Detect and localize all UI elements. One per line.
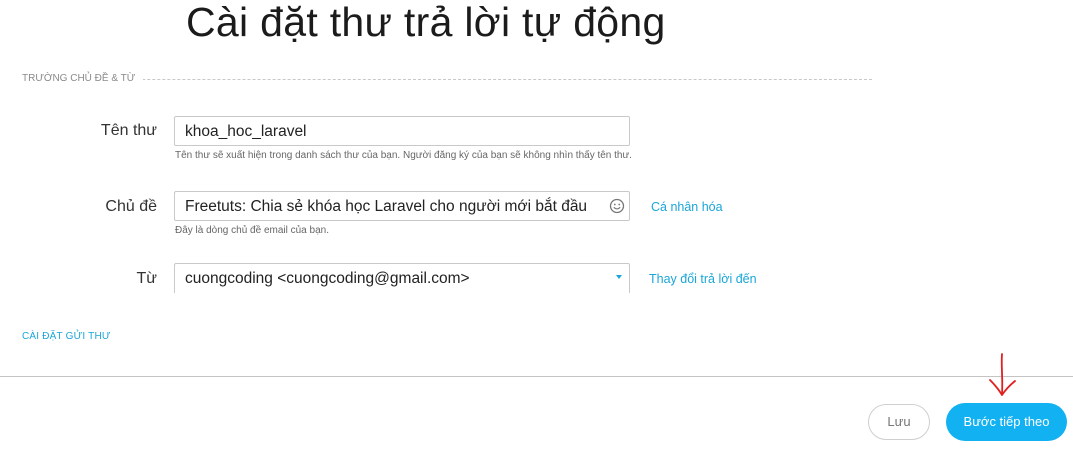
- section-divider: [22, 79, 872, 80]
- name-input[interactable]: khoa_hoc_laravel: [174, 116, 630, 146]
- subject-help-text: Đây là dòng chủ đề email của bạn.: [175, 225, 329, 236]
- from-select-value: cuongcoding <cuongcoding@gmail.com>: [185, 270, 470, 287]
- name-help-text: Tên thư sẽ xuất hiện trong danh sách thư…: [175, 150, 632, 161]
- personalize-link[interactable]: Cá nhân hóa: [651, 200, 723, 214]
- section-heading-label: TRƯỜNG CHỦ ĐỀ & TỪ: [22, 73, 144, 84]
- change-reply-to-link[interactable]: Thay đổi trả lời đến: [649, 272, 757, 286]
- save-button[interactable]: Lưu: [868, 404, 930, 440]
- red-arrow-annotation-icon: [989, 353, 1016, 396]
- section-header-subject-from: TRƯỜNG CHỦ ĐỀ & TỪ: [22, 73, 872, 87]
- send-settings-link[interactable]: CÀI ĐẶT GỬI THƯ: [22, 331, 111, 342]
- from-field-label: Từ: [136, 270, 157, 287]
- autoresponder-settings-page: Cài đặt thư trả lời tự động TRƯỜNG CHỦ Đ…: [0, 0, 1073, 455]
- next-step-button[interactable]: Bước tiếp theo: [946, 403, 1067, 441]
- subject-input-value: Freetuts: Chia sẻ khóa học Laravel cho n…: [185, 198, 588, 215]
- from-select[interactable]: cuongcoding <cuongcoding@gmail.com>: [174, 263, 630, 293]
- page-title: Cài đặt thư trả lời tự động: [186, 0, 666, 45]
- from-select-viewport: cuongcoding <cuongcoding@gmail.com>: [174, 263, 630, 293]
- footer-divider: [0, 376, 1073, 377]
- emoji-smile-icon[interactable]: [609, 198, 625, 214]
- caret-down-icon[interactable]: [616, 275, 622, 279]
- subject-input[interactable]: Freetuts: Chia sẻ khóa học Laravel cho n…: [174, 191, 630, 221]
- subject-field-label: Chủ đề: [105, 198, 157, 215]
- name-field-label: Tên thư: [100, 122, 157, 139]
- name-input-value: khoa_hoc_laravel: [185, 123, 307, 140]
